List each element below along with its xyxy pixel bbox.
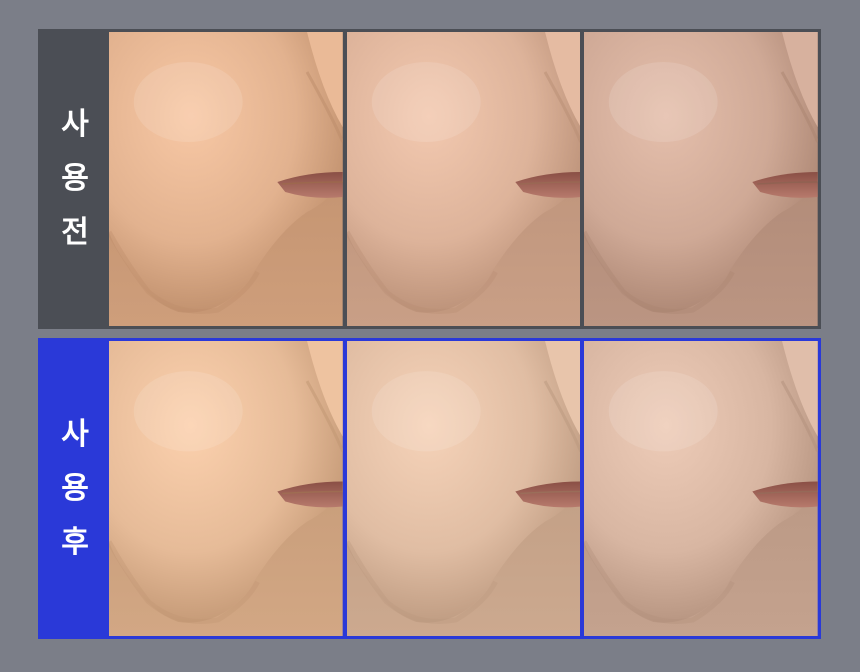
before-label-char-3: 전 xyxy=(61,215,89,250)
before-label: 사 용 전 xyxy=(41,32,109,326)
before-label-char-2: 용 xyxy=(61,161,89,196)
before-photo-2 xyxy=(346,32,581,326)
after-label-char-2: 용 xyxy=(61,470,89,506)
after-photo-2 xyxy=(346,341,581,636)
after-panel: 사 용 후 xyxy=(38,338,821,639)
before-label-char-1: 사 xyxy=(61,107,89,142)
face-illustration xyxy=(584,32,819,326)
after-photos xyxy=(109,341,819,636)
after-photo-3 xyxy=(584,341,819,636)
after-label-char-3: 후 xyxy=(61,524,89,560)
face-illustration xyxy=(109,32,343,326)
before-panel: 사 용 전 xyxy=(38,29,821,329)
face-illustration xyxy=(109,341,343,636)
after-photo-1 xyxy=(109,341,343,636)
face-illustration xyxy=(584,341,819,636)
before-photo-3 xyxy=(584,32,819,326)
before-photos xyxy=(109,32,819,326)
face-illustration xyxy=(346,341,581,636)
before-photo-1 xyxy=(109,32,343,326)
face-illustration xyxy=(346,32,581,326)
after-label: 사 용 후 xyxy=(41,341,109,636)
after-label-char-1: 사 xyxy=(61,416,89,452)
